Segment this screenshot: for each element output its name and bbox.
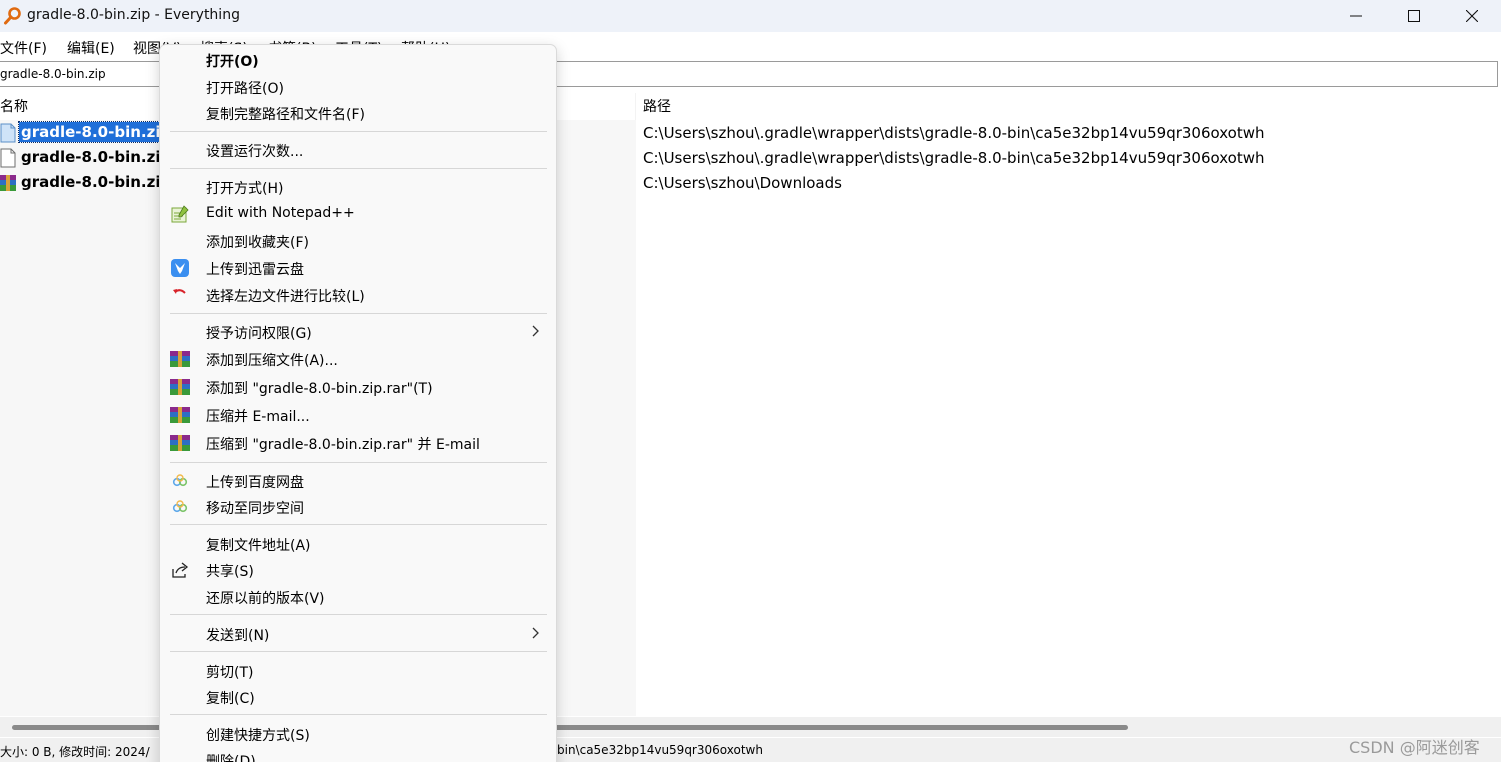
- menu-item-label: 创建快捷方式(S): [206, 728, 310, 744]
- compare-arrow-icon: [173, 289, 186, 294]
- xunlei-cloud-icon: [171, 259, 189, 277]
- context-menu: 打开(O) 打开路径(O) 复制完整路径和文件名(F) 设置运行次数... 打开…: [159, 44, 557, 762]
- blank-file-icon: [0, 148, 16, 168]
- menu-item-label: 打开方式(H): [206, 181, 284, 197]
- menu-item-label: 共享(S): [206, 564, 254, 580]
- menu-item-copy-full-path[interactable]: 复制完整路径和文件名(F): [160, 100, 556, 126]
- menu-item-compress-rar-email[interactable]: 压缩到 "gradle-8.0-bin.zip.rar" 并 E-mail: [160, 430, 556, 456]
- menu-item-set-run-count[interactable]: 设置运行次数...: [160, 137, 556, 163]
- menu-separator: [170, 524, 547, 525]
- menu-edit[interactable]: 编辑(E): [67, 38, 115, 58]
- menu-item-compare-left[interactable]: 选择左边文件进行比较(L): [160, 282, 556, 308]
- minimize-button[interactable]: [1327, 0, 1385, 32]
- share-icon: [172, 562, 189, 578]
- menu-item-label: 设置运行次数...: [206, 144, 304, 160]
- result-path: C:\Users\szhou\.gradle\wrapper\dists\gra…: [643, 124, 1265, 142]
- menu-item-cut[interactable]: 剪切(T): [160, 658, 556, 684]
- menu-item-open[interactable]: 打开(O): [160, 47, 556, 73]
- menu-file[interactable]: 文件(F): [0, 38, 47, 58]
- winrar-icon: [170, 435, 190, 451]
- menu-item-open-with[interactable]: 打开方式(H): [160, 174, 556, 200]
- menu-item-label: 发送到(N): [206, 628, 270, 644]
- winrar-icon: [0, 175, 16, 191]
- menu-item-label: 打开路径(O): [206, 81, 284, 97]
- baidu-sync-icon: [172, 500, 188, 513]
- menu-item-label: 压缩并 E-mail...: [206, 409, 310, 425]
- menu-item-label: 选择左边文件进行比较(L): [206, 289, 365, 305]
- zip-folder-icon: [0, 123, 16, 143]
- menu-item-label: 上传到百度网盘: [206, 475, 304, 491]
- everything-app-icon: [4, 7, 21, 25]
- column-header-name[interactable]: 名称: [0, 96, 28, 116]
- window-title: gradle-8.0-bin.zip - Everything: [27, 7, 240, 23]
- menu-item-label: 剪切(T): [206, 665, 254, 681]
- menu-item-compress-email[interactable]: 压缩并 E-mail...: [160, 402, 556, 428]
- menu-item-label: 复制(C): [206, 691, 255, 707]
- menu-item-label: 上传到迅雷云盘: [206, 262, 304, 278]
- baidu-netdisk-icon: [172, 474, 188, 487]
- menu-item-move-sync[interactable]: 移动至同步空间: [160, 494, 556, 520]
- menu-item-label: 复制完整路径和文件名(F): [206, 107, 365, 123]
- maximize-icon: [1408, 10, 1420, 22]
- menu-item-copy[interactable]: 复制(C): [160, 684, 556, 710]
- result-name: gradle-8.0-bin.zip.: [18, 121, 180, 143]
- menu-item-label: 还原以前的版本(V): [206, 591, 325, 607]
- menu-item-label: 移动至同步空间: [206, 501, 304, 517]
- result-path: C:\Users\szhou\Downloads: [643, 174, 842, 192]
- menu-item-label: 授予访问权限(G): [206, 326, 312, 342]
- menu-item-grant-access[interactable]: 授予访问权限(G): [160, 319, 556, 345]
- menu-separator: [170, 313, 547, 314]
- minimize-icon: [1350, 15, 1362, 17]
- menu-item-edit-notepadpp[interactable]: Edit with Notepad++: [160, 201, 556, 227]
- menu-item-label: 添加到 "gradle-8.0-bin.zip.rar"(T): [206, 381, 433, 397]
- menu-item-share[interactable]: 共享(S): [160, 557, 556, 583]
- chevron-right-icon: [532, 627, 539, 639]
- menu-item-copy-file-address[interactable]: 复制文件地址(A): [160, 531, 556, 557]
- status-size-modified: 大小: 0 B, 修改时间: 2024/: [0, 745, 150, 759]
- notepadpp-icon: [171, 205, 189, 223]
- status-path: bin\ca5e32bp14vu59qr306oxotwh: [557, 743, 763, 757]
- watermark: CSDN @阿迷创客: [1349, 738, 1480, 757]
- maximize-button[interactable]: [1385, 0, 1443, 32]
- menu-item-send-to[interactable]: 发送到(N): [160, 621, 556, 647]
- menu-item-add-favorites[interactable]: 添加到收藏夹(F): [160, 228, 556, 254]
- result-name: gradle-8.0-bin.zip.: [21, 148, 177, 166]
- close-icon: [1466, 10, 1478, 22]
- menu-separator: [170, 462, 547, 463]
- winrar-icon: [170, 379, 190, 395]
- menu-separator: [170, 131, 547, 132]
- menu-item-upload-baidu[interactable]: 上传到百度网盘: [160, 468, 556, 494]
- menu-separator: [170, 651, 547, 652]
- menu-item-add-to-archive[interactable]: 添加到压缩文件(A)...: [160, 346, 556, 372]
- menu-separator: [170, 614, 547, 615]
- menu-item-open-path[interactable]: 打开路径(O): [160, 74, 556, 100]
- menu-item-create-shortcut[interactable]: 创建快捷方式(S): [160, 721, 556, 747]
- menu-separator: [170, 714, 547, 715]
- title-bar: gradle-8.0-bin.zip - Everything: [0, 0, 1501, 32]
- winrar-icon: [170, 351, 190, 367]
- result-name: gradle-8.0-bin.zip: [21, 173, 172, 191]
- menu-item-label: 添加到收藏夹(F): [206, 235, 309, 251]
- winrar-icon: [170, 407, 190, 423]
- chevron-right-icon: [532, 325, 539, 337]
- menu-item-label: 复制文件地址(A): [206, 538, 311, 554]
- menu-item-label: 删除(D): [206, 754, 256, 762]
- close-button[interactable]: [1443, 0, 1501, 32]
- menu-item-add-to-rar[interactable]: 添加到 "gradle-8.0-bin.zip.rar"(T): [160, 374, 556, 400]
- menu-item-delete[interactable]: 删除(D): [160, 747, 556, 762]
- menu-item-restore-versions[interactable]: 还原以前的版本(V): [160, 584, 556, 610]
- result-path: C:\Users\szhou\.gradle\wrapper\dists\gra…: [643, 149, 1265, 167]
- menu-item-label: 压缩到 "gradle-8.0-bin.zip.rar" 并 E-mail: [206, 437, 480, 453]
- menu-item-upload-xunlei[interactable]: 上传到迅雷云盘: [160, 255, 556, 281]
- menu-item-label: 打开(O): [206, 54, 259, 70]
- menu-item-label: 添加到压缩文件(A)...: [206, 353, 338, 369]
- menu-item-label: Edit with Notepad++: [206, 205, 355, 221]
- menu-separator: [170, 168, 547, 169]
- column-header-path[interactable]: 路径: [643, 96, 671, 116]
